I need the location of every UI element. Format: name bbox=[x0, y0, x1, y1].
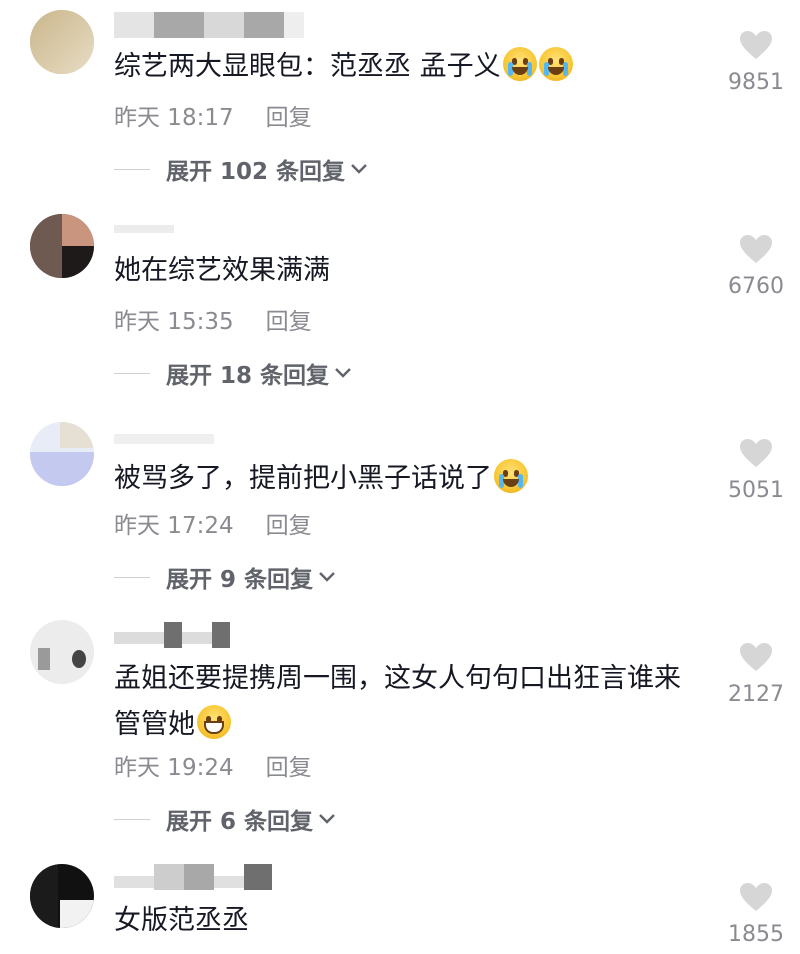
reply-button[interactable]: 回复 bbox=[266, 302, 312, 336]
crying-laughing-emoji-icon bbox=[502, 47, 537, 81]
heart-icon bbox=[740, 439, 772, 467]
crying-laughing-emoji-icon bbox=[494, 459, 528, 493]
like-button[interactable]: 2127 bbox=[716, 642, 796, 707]
comment-meta: 昨天 15:35 回复 bbox=[114, 302, 312, 336]
comment-text-content: 她在综艺效果满满 bbox=[114, 255, 330, 286]
chevron-down-icon bbox=[319, 572, 335, 582]
like-count: 6760 bbox=[728, 274, 784, 299]
comment-meta: 昨天 18:17 回复 bbox=[114, 98, 312, 132]
divider bbox=[114, 372, 150, 374]
grinning-emoji-icon bbox=[197, 705, 231, 739]
comment-meta: 昨天 17:24 回复 bbox=[114, 506, 312, 540]
expand-replies-button[interactable]: 展开 102 条回复 bbox=[114, 152, 369, 186]
comment-text-content: 综艺两大显眼包：范丞丞 孟子义 bbox=[114, 51, 501, 82]
divider bbox=[114, 818, 150, 820]
avatar[interactable] bbox=[30, 422, 94, 486]
heart-icon bbox=[740, 643, 772, 671]
avatar[interactable] bbox=[30, 10, 94, 74]
comment-text-content: 被骂多了，提前把小黑子话说了 bbox=[114, 463, 492, 494]
avatar[interactable] bbox=[30, 864, 94, 928]
comment-meta: 昨天 19:24 回复 bbox=[114, 748, 312, 782]
divider bbox=[114, 576, 150, 578]
like-count: 1855 bbox=[728, 922, 784, 947]
like-button[interactable]: 9851 bbox=[716, 30, 796, 95]
expand-replies-button[interactable]: 展开 18 条回复 bbox=[114, 356, 353, 390]
username-redacted[interactable] bbox=[114, 12, 304, 38]
like-button[interactable]: 6760 bbox=[716, 234, 796, 299]
comment-time: 昨天 19:24 bbox=[114, 755, 234, 781]
username-redacted[interactable] bbox=[114, 864, 274, 890]
expand-replies-button[interactable]: 展开 6 条回复 bbox=[114, 802, 337, 836]
comment-text: 被骂多了，提前把小黑子话说了 bbox=[114, 456, 694, 502]
heart-icon bbox=[740, 31, 772, 59]
expand-replies-label: 展开 6 条回复 bbox=[166, 809, 314, 835]
comment-time: 昨天 17:24 bbox=[114, 513, 234, 539]
reply-button[interactable]: 回复 bbox=[266, 98, 312, 132]
comment-text: 女版范丞丞 bbox=[114, 898, 694, 944]
expand-replies-label: 展开 9 条回复 bbox=[166, 567, 314, 593]
comment-text: 她在综艺效果满满 bbox=[114, 248, 694, 294]
heart-icon bbox=[740, 883, 772, 911]
username-redacted[interactable] bbox=[114, 622, 234, 648]
username-redacted[interactable] bbox=[114, 426, 214, 452]
avatar[interactable] bbox=[30, 620, 94, 684]
comment-text-content: 女版范丞丞 bbox=[114, 905, 249, 936]
heart-icon bbox=[740, 235, 772, 263]
comment-text: 综艺两大显眼包：范丞丞 孟子义 bbox=[114, 44, 694, 90]
comment-text: 孟姐还要提携周一围，这女人句句口出狂言谁来管管她 bbox=[114, 656, 694, 748]
expand-replies-label: 展开 18 条回复 bbox=[166, 363, 330, 389]
chevron-down-icon bbox=[319, 814, 335, 824]
username-redacted[interactable] bbox=[114, 216, 174, 242]
expand-replies-button[interactable]: 展开 9 条回复 bbox=[114, 560, 337, 594]
like-count: 5051 bbox=[728, 478, 784, 503]
like-count: 9851 bbox=[728, 70, 784, 95]
chevron-down-icon bbox=[351, 164, 367, 174]
like-button[interactable]: 5051 bbox=[716, 438, 796, 503]
reply-button[interactable]: 回复 bbox=[266, 506, 312, 540]
like-count: 2127 bbox=[728, 682, 784, 707]
comment-time: 昨天 15:35 bbox=[114, 309, 234, 335]
chevron-down-icon bbox=[335, 368, 351, 378]
expand-replies-label: 展开 102 条回复 bbox=[166, 159, 346, 185]
comment-time: 昨天 18:17 bbox=[114, 105, 234, 131]
like-button[interactable]: 1855 bbox=[716, 882, 796, 947]
reply-button[interactable]: 回复 bbox=[266, 748, 312, 782]
crying-laughing-emoji-icon bbox=[538, 47, 573, 81]
avatar[interactable] bbox=[30, 214, 94, 278]
divider bbox=[114, 168, 150, 170]
